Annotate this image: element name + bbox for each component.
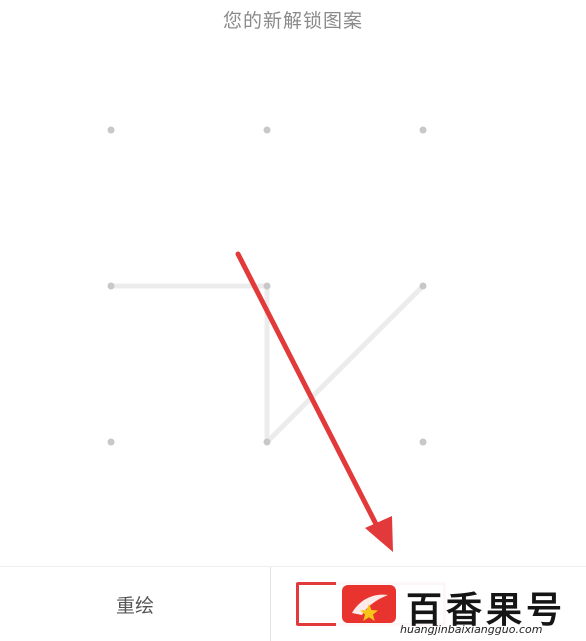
- pattern-drawn-path: [108, 283, 426, 445]
- redraw-button[interactable]: 重绘: [0, 567, 270, 641]
- pattern-dot[interactable]: [107, 126, 115, 134]
- pattern-line: [108, 283, 426, 445]
- pattern-dot[interactable]: [419, 126, 427, 134]
- pattern-dot[interactable]: [419, 438, 427, 446]
- pattern-dot[interactable]: [107, 438, 115, 446]
- pattern-dot[interactable]: [107, 282, 115, 290]
- pattern-dot[interactable]: [263, 126, 271, 134]
- pattern-dot[interactable]: [263, 282, 271, 290]
- pattern-dot[interactable]: [263, 438, 271, 446]
- pattern-lock-grid[interactable]: [0, 0, 586, 566]
- watermark-url: huangjinbaixiangguo.com: [400, 623, 543, 636]
- pattern-dot[interactable]: [419, 282, 427, 290]
- watermark: 百香果号 huangjinbaixiangguo.com: [336, 576, 586, 640]
- watermark-logo-icon: [342, 585, 396, 623]
